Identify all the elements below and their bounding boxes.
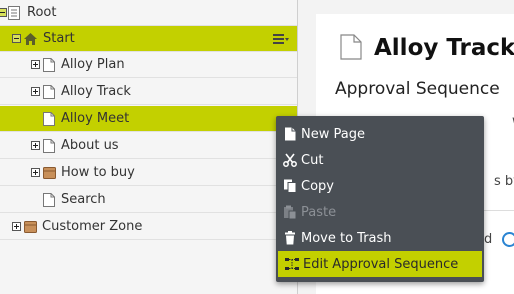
tree-item-label: Alloy Plan — [61, 57, 125, 72]
menu-item-label: Paste — [301, 205, 337, 220]
menu-item-copy[interactable]: Copy — [276, 173, 484, 199]
approval-sequence-icon — [285, 258, 299, 270]
page-icon — [43, 139, 55, 153]
tree-item-customer-zone[interactable]: Customer Zone — [0, 214, 297, 240]
expand-toggle[interactable] — [31, 87, 40, 96]
context-menu: New Page Cut Copy Paste Move to Trash Ed… — [276, 116, 484, 282]
tree-item-label: Alloy Track — [61, 84, 131, 99]
page-title: Alloy Track — [374, 35, 514, 61]
container-icon — [24, 221, 37, 233]
section-title: Approval Sequence — [335, 79, 500, 99]
tree-item-alloy-track[interactable]: Alloy Track — [0, 79, 297, 105]
menu-item-label: Edit Approval Sequence — [303, 257, 459, 272]
tree-item-alloy-meet[interactable]: Alloy Meet — [0, 106, 297, 132]
tree-item-how-to-buy[interactable]: How to buy — [0, 160, 297, 186]
collapse-toggle[interactable] — [12, 34, 21, 43]
tree-item-label: Start — [43, 31, 75, 46]
page-icon — [43, 58, 55, 72]
menu-item-cut[interactable]: Cut — [276, 147, 484, 173]
tree-item-about-us[interactable]: About us — [0, 133, 297, 159]
container-icon — [43, 167, 56, 179]
paste-icon — [284, 205, 297, 219]
page-tree: Root Start Alloy Plan Alloy Track Alloy … — [0, 0, 298, 294]
collapse-toggle[interactable] — [0, 8, 7, 17]
page-icon — [340, 34, 362, 60]
tree-item-label: Search — [61, 192, 106, 207]
tree-item-label: Alloy Meet — [61, 111, 130, 126]
tree-item-label: Root — [27, 5, 57, 20]
scissors-icon — [283, 153, 297, 167]
home-icon — [24, 33, 37, 45]
tree-item-start[interactable]: Start — [0, 26, 297, 52]
tree-item-root[interactable]: Root — [0, 0, 297, 26]
expand-toggle[interactable] — [31, 60, 40, 69]
new-page-icon — [285, 127, 296, 141]
radio-button[interactable] — [502, 232, 514, 247]
page-icon — [43, 112, 55, 126]
description-text: s by c — [494, 174, 514, 189]
tree-item-label: Customer Zone — [42, 219, 143, 234]
menu-item-label: New Page — [301, 127, 365, 142]
trash-icon — [285, 231, 295, 245]
expand-toggle[interactable] — [12, 222, 21, 231]
tree-item-search[interactable]: Search — [0, 187, 297, 213]
tree-item-label: About us — [61, 138, 119, 153]
context-menu-icon[interactable] — [273, 33, 289, 45]
menu-item-edit-approval-sequence[interactable]: Edit Approval Sequence — [278, 251, 482, 277]
menu-item-label: Move to Trash — [301, 231, 392, 246]
page-icon — [43, 193, 55, 207]
menu-item-label: Cut — [301, 153, 324, 168]
expand-toggle[interactable] — [31, 141, 40, 150]
menu-item-new-page[interactable]: New Page — [276, 121, 484, 147]
tree-item-alloy-plan[interactable]: Alloy Plan — [0, 52, 297, 78]
menu-item-label: Copy — [301, 179, 334, 194]
root-icon — [8, 6, 20, 20]
copy-icon — [284, 179, 297, 193]
expand-toggle[interactable] — [31, 168, 40, 177]
page-icon — [43, 85, 55, 99]
menu-item-move-to-trash[interactable]: Move to Trash — [276, 225, 484, 251]
menu-item-paste[interactable]: Paste — [276, 199, 484, 225]
tree-item-label: How to buy — [61, 165, 135, 180]
